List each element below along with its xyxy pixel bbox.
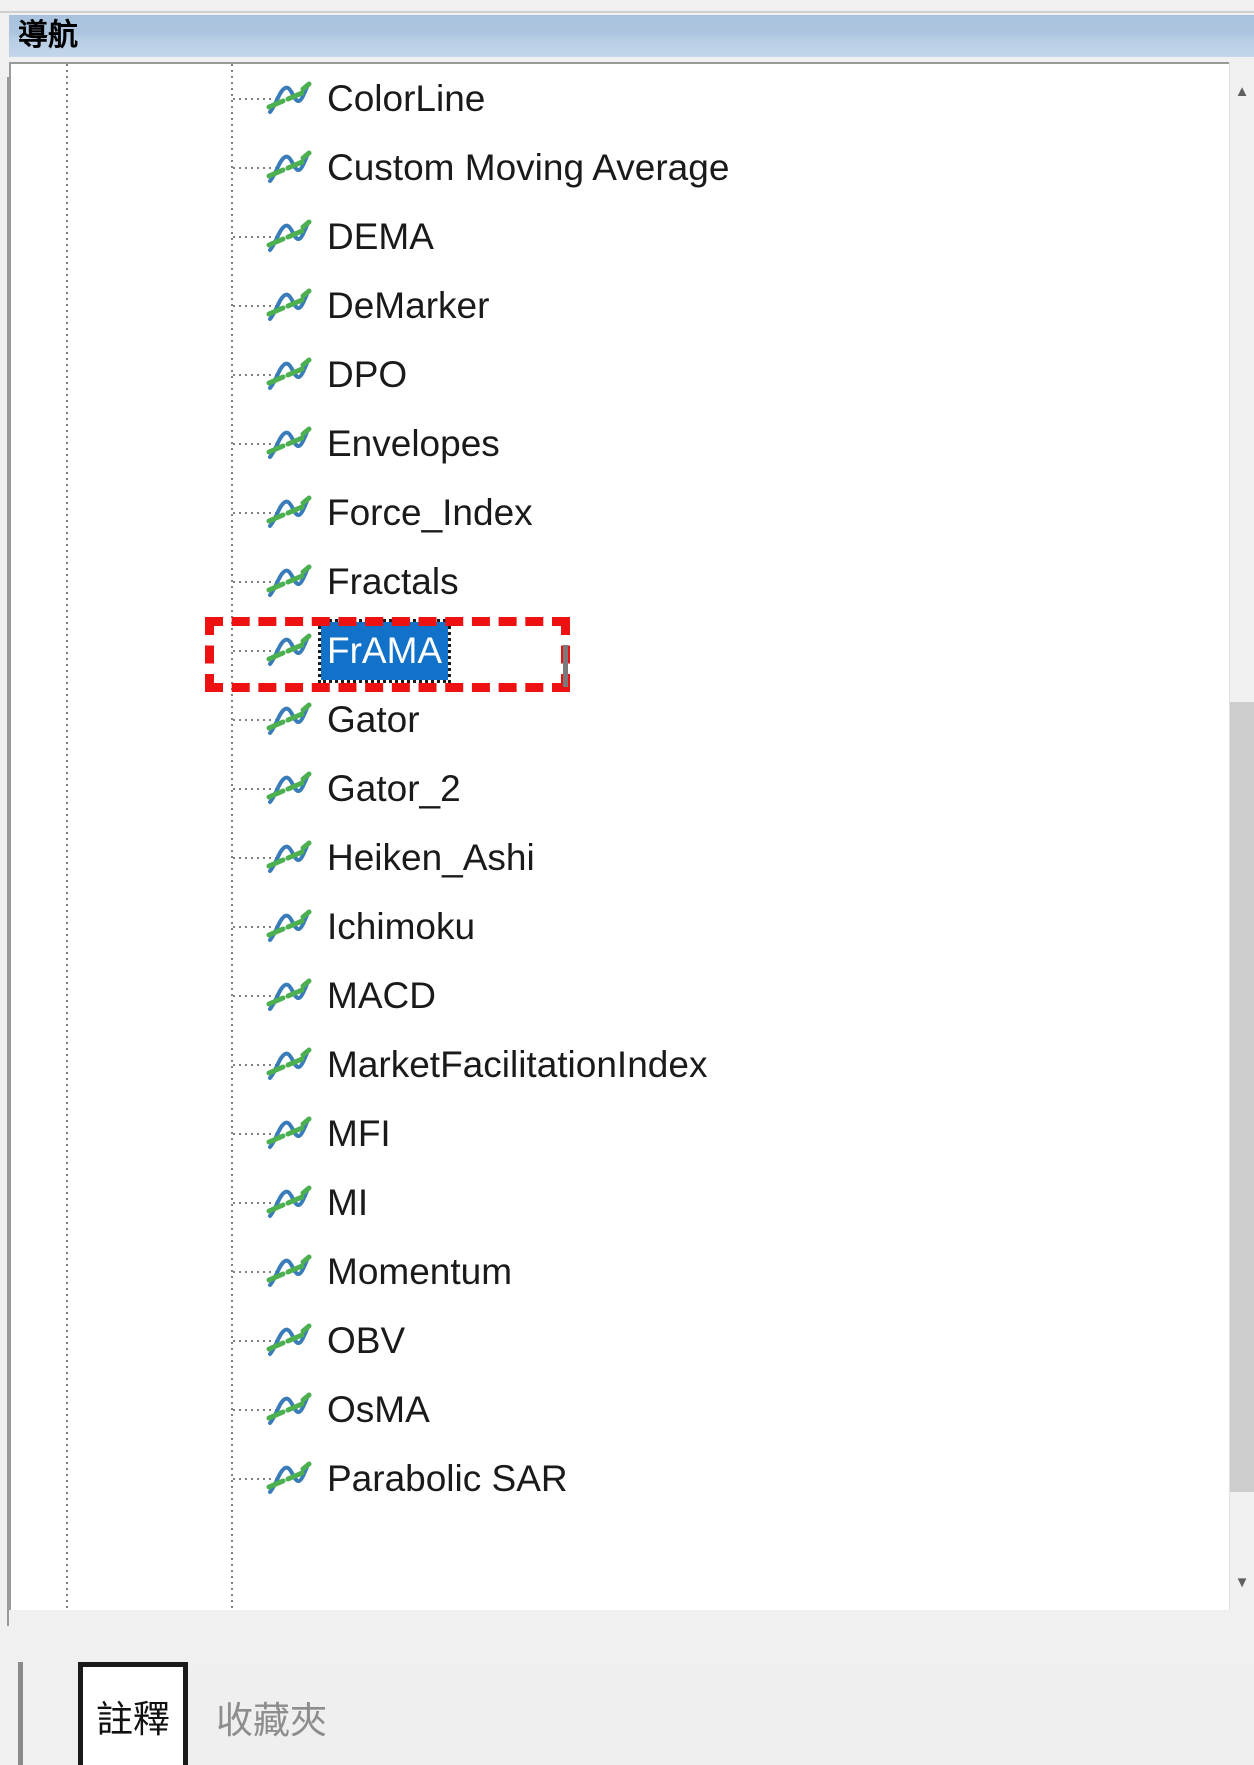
panel-title: 導航 — [18, 18, 78, 53]
tree-item-label: Ichimoku — [327, 906, 476, 947]
tree-item-force-index[interactable]: Force_Index — [11, 478, 1231, 547]
tab-favorites-label: 收藏夾 — [216, 1698, 327, 1742]
tree-item-ichimoku[interactable]: Ichimoku — [11, 892, 1231, 961]
tree-item-gator-2[interactable]: Gator_2 — [11, 754, 1231, 823]
tree-item-label: DPO — [327, 354, 408, 395]
indicator-wave-icon — [266, 494, 312, 532]
tree-item-label: Fractals — [327, 561, 459, 602]
tree-item-marketfacilitationindex[interactable]: MarketFacilitationIndex — [11, 1030, 1231, 1099]
indicator-wave-icon — [266, 287, 312, 325]
indicator-wave-icon — [266, 1391, 312, 1429]
tree-item-gator[interactable]: Gator — [11, 685, 1231, 754]
indicator-wave-icon — [266, 80, 312, 118]
window-top-divider — [0, 11, 1254, 13]
indicator-wave-icon — [266, 770, 312, 808]
tree-item-momentum[interactable]: Momentum — [11, 1237, 1231, 1306]
indicator-wave-icon — [266, 1046, 312, 1084]
tree-item-osma[interactable]: OsMA — [11, 1375, 1231, 1444]
indicator-wave-icon — [266, 425, 312, 463]
tree-item-obv[interactable]: OBV — [11, 1306, 1231, 1375]
tree-item-label: OBV — [327, 1320, 406, 1361]
indicator-wave-icon — [266, 1322, 312, 1360]
indicator-wave-icon — [266, 149, 312, 187]
tree-item-label: OsMA — [327, 1389, 430, 1430]
tree-item-label: Parabolic SAR — [327, 1458, 568, 1499]
tree-item-label: DEMA — [327, 216, 434, 257]
tab-favorites[interactable]: 收藏夾 — [188, 1668, 1254, 1765]
tree-item-label: Gator_2 — [327, 768, 461, 809]
tree-item-label: Heiken_Ashi — [327, 837, 535, 878]
tab-common[interactable]: 註釋 — [78, 1662, 188, 1765]
tree-item-parabolic-sar[interactable]: Parabolic SAR — [11, 1444, 1231, 1513]
tree-item-label: MarketFacilitationIndex — [327, 1044, 708, 1085]
chevron-up-icon: ▲ — [1234, 82, 1250, 100]
tree-item-label: FrAMA — [317, 619, 452, 683]
tab-common-label: 註釋 — [96, 1698, 170, 1741]
tree-item-mi[interactable]: MI — [11, 1168, 1231, 1237]
tree-item-colorline[interactable]: ColorLine — [11, 64, 1231, 133]
window-top-strip — [0, 0, 1254, 15]
tree-item-label: MFI — [327, 1113, 391, 1154]
indicator-wave-icon — [266, 1460, 312, 1498]
tree-item-frama[interactable]: FrAMA — [11, 616, 1231, 685]
navigator-tree[interactable]: ColorLine Custom Moving Average DEMA DeM… — [9, 62, 1231, 1611]
tree-item-label: Custom Moving Average — [327, 147, 730, 188]
tree-item-label: DeMarker — [327, 285, 490, 326]
tree-item-dema[interactable]: DEMA — [11, 202, 1231, 271]
tree-item-mfi[interactable]: MFI — [11, 1099, 1231, 1168]
indicator-wave-icon — [266, 977, 312, 1015]
tree-item-label: Force_Index — [327, 492, 533, 533]
tree-item-label: Gator — [327, 699, 420, 740]
text-caret-icon — [563, 645, 568, 687]
indicator-wave-icon — [266, 908, 312, 946]
tree-item-label: ColorLine — [327, 78, 486, 119]
scrollbar-up-button[interactable]: ▲ — [1230, 78, 1254, 104]
vertical-scrollbar[interactable]: ▲ ▼ — [1229, 62, 1254, 1611]
indicator-wave-icon — [266, 1253, 312, 1291]
window-left-frame — [0, 15, 9, 1655]
scrollbar-thumb[interactable] — [1230, 702, 1254, 1492]
indicator-wave-icon — [266, 1115, 312, 1153]
indicator-wave-icon — [266, 218, 312, 256]
tree-item-custom-moving-average[interactable]: Custom Moving Average — [11, 133, 1231, 202]
tree-item-demarker[interactable]: DeMarker — [11, 271, 1231, 340]
indicator-wave-icon — [266, 563, 312, 601]
tree-item-label: Momentum — [327, 1251, 513, 1292]
tree-item-label: MACD — [327, 975, 436, 1016]
bottom-tabbar: 收藏夾 註釋 — [9, 1610, 1254, 1765]
tree-item-fractals[interactable]: Fractals — [11, 547, 1231, 616]
tree-item-envelopes[interactable]: Envelopes — [11, 409, 1231, 478]
chevron-down-icon: ▼ — [1234, 1573, 1250, 1591]
indicator-wave-icon — [266, 356, 312, 394]
tree-item-heiken-ashi[interactable]: Heiken_Ashi — [11, 823, 1231, 892]
indicator-wave-icon — [266, 839, 312, 877]
tree-item-label: Envelopes — [327, 423, 500, 464]
indicator-wave-icon — [266, 701, 312, 739]
tree-row-list: ColorLine Custom Moving Average DEMA DeM… — [11, 64, 1231, 1513]
navigator-window: 導航 ColorLine Custom Moving Average DEMA … — [0, 0, 1254, 1765]
indicator-wave-icon — [266, 632, 312, 670]
tabbar-left-edge — [18, 1662, 23, 1765]
tree-item-dpo[interactable]: DPO — [11, 340, 1231, 409]
indicator-wave-icon — [266, 1184, 312, 1222]
tree-item-label: MI — [327, 1182, 369, 1223]
panel-titlebar: 導航 — [9, 15, 1254, 57]
tree-item-macd[interactable]: MACD — [11, 961, 1231, 1030]
scrollbar-down-button[interactable]: ▼ — [1230, 1569, 1254, 1595]
